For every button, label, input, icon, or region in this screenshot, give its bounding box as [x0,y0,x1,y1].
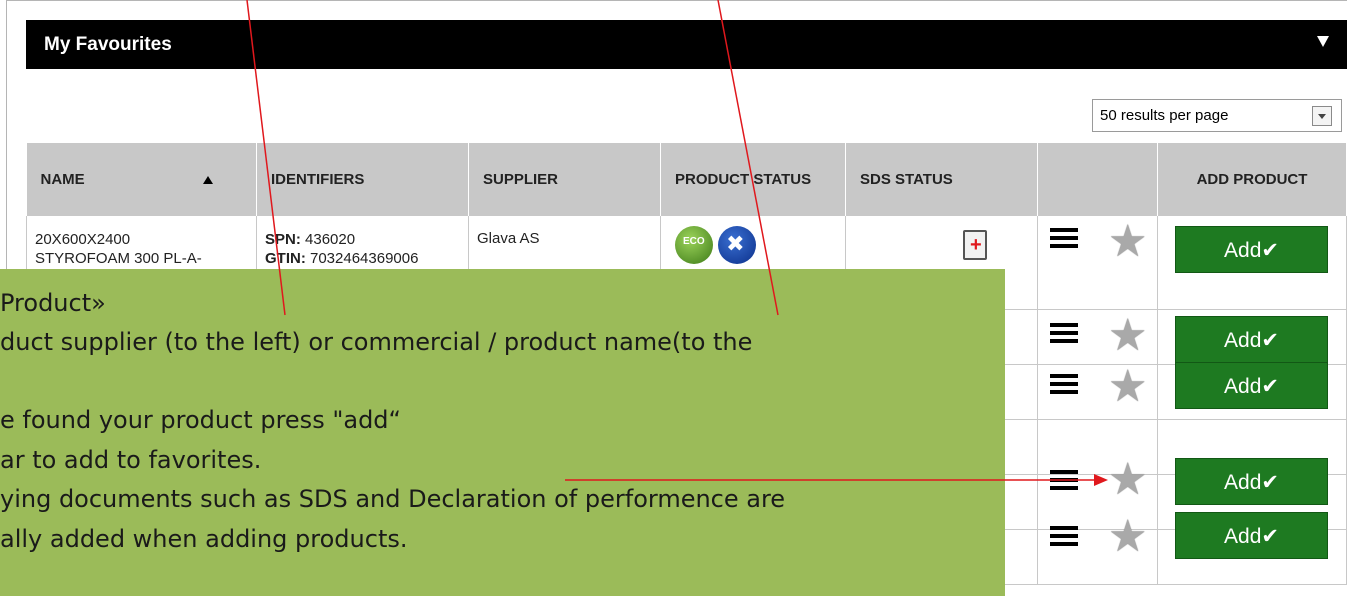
column-header-product-status[interactable]: PRODUCT STATUS [660,143,846,216]
details-list-icon[interactable] [1050,228,1078,248]
column-header-name[interactable]: NAME [26,143,257,216]
column-header-supplier[interactable]: SUPPLIER [468,143,661,216]
add-product-button[interactable]: Add✔ [1175,512,1328,559]
column-header-add-product: ADD PRODUCT [1157,143,1347,216]
product-name-line: STYROFOAM 300 PL-A- [35,250,202,267]
callout-line: ying documents such as SDS and Declarati… [0,485,786,513]
favourite-star-icon[interactable]: ★ [1108,365,1147,409]
instruction-callout: Product» duct supplier (to the left) or … [0,269,1005,596]
favourite-star-icon[interactable]: ★ [1108,220,1147,264]
favourite-star-icon[interactable]: ★ [1108,458,1147,502]
favourites-panel-header[interactable]: My Favourites [26,20,1347,69]
results-per-page-select[interactable]: 50 results per page [1092,99,1342,132]
details-list-icon[interactable] [1050,470,1078,490]
collapse-triangle-icon[interactable] [1317,36,1329,47]
add-product-button[interactable]: Add✔ [1175,458,1328,505]
favourite-star-icon[interactable]: ★ [1108,515,1147,559]
details-list-icon[interactable] [1050,323,1078,343]
add-product-button[interactable]: Add✔ [1175,226,1328,273]
sort-ascending-icon[interactable] [202,176,213,184]
spn-value: 436020 [305,231,356,248]
spn-label: SPN: [265,231,301,248]
column-header-identifiers[interactable]: IDENTIFIERS [256,143,469,216]
sds-document-icon[interactable] [963,230,987,260]
eco-icon: ECO [675,226,713,264]
details-list-icon[interactable] [1050,526,1078,546]
callout-line: ar to add to favorites. [0,446,262,474]
panel-title: My Favourites [44,34,172,55]
dropdown-arrow-icon[interactable] [1312,106,1332,126]
gtin-value: 7032464369006 [310,250,419,267]
callout-line: Product» [0,289,106,317]
favourite-star-icon[interactable]: ★ [1108,314,1147,358]
column-header-sds-status[interactable]: SDS STATUS [845,143,1038,216]
callout-line: ally added when adding products. [0,525,408,553]
add-product-button[interactable]: Add✔ [1175,362,1328,409]
details-list-icon[interactable] [1050,374,1078,394]
add-product-button[interactable]: Add✔ [1175,316,1328,363]
gtin-label: GTIN: [265,250,306,267]
column-header-actions [1037,143,1158,216]
callout-line: e found your product press "add“ [0,406,401,434]
tools-icon: ✖ [718,226,757,264]
product-name-line: 20X600X2400 [35,231,131,248]
results-per-page-value: 50 results per page [1100,107,1229,124]
callout-line: duct supplier (to the left) or commercia… [0,328,753,356]
